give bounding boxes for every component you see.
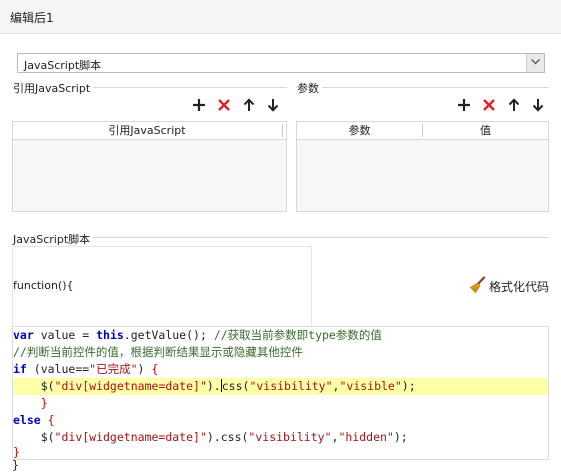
function-header: function(){ — [13, 279, 74, 292]
add-icon — [458, 99, 470, 111]
code-line-7: $("div[widgetname=date]").css("visibilit… — [13, 430, 408, 444]
code-editor[interactable]: var value = this.getValue(); //获取当前参数即ty… — [12, 326, 549, 460]
column-separator — [282, 124, 283, 137]
add-icon — [193, 99, 205, 111]
ref-js-table-header: 引用JavaScript — [13, 122, 286, 140]
ref-js-add-button[interactable] — [192, 98, 206, 112]
dialog-header: 编辑后1 — [0, 0, 561, 34]
dialog-title: 编辑后1 — [10, 11, 54, 25]
select-arrow[interactable] — [526, 54, 544, 72]
params-table[interactable]: 参数 值 — [296, 121, 549, 212]
param-name-column-header[interactable]: 参数 — [297, 122, 422, 139]
params-label: 参数 — [297, 80, 322, 96]
move-down-icon — [267, 99, 279, 112]
ref-js-table[interactable]: 引用JavaScript — [12, 121, 287, 212]
format-code-button[interactable] — [469, 276, 487, 294]
code-line-6: else { — [13, 413, 55, 427]
script-label: JavaScript脚本 — [13, 231, 94, 247]
script-type-value: JavaScript脚本 — [24, 59, 102, 72]
ref-js-move-down-button[interactable] — [266, 98, 280, 112]
params-move-up-button[interactable] — [507, 98, 521, 112]
code-line-2: //判断当前控件的值，根据判断结果显示或隐藏其他控件 — [13, 345, 303, 359]
ref-js-delete-button[interactable] — [217, 98, 231, 112]
delete-icon — [483, 99, 495, 111]
move-up-icon — [508, 98, 520, 111]
params-divider — [296, 87, 549, 88]
params-add-button[interactable] — [457, 98, 471, 112]
code-line-1: var value = this.getValue(); //获取当前参数即ty… — [13, 328, 382, 342]
script-type-select[interactable]: JavaScript脚本 — [17, 53, 545, 73]
code-line-5: } — [13, 396, 48, 410]
ref-js-move-up-button[interactable] — [242, 98, 256, 112]
params-table-header: 参数 值 — [297, 122, 548, 140]
params-move-down-button[interactable] — [531, 98, 545, 112]
delete-icon — [218, 99, 230, 111]
ref-js-column-header[interactable]: 引用JavaScript — [13, 122, 281, 139]
move-down-icon — [532, 99, 544, 112]
ref-js-label: 引用JavaScript — [13, 80, 94, 96]
format-code-label[interactable]: 格式化代码 — [489, 278, 549, 295]
param-value-column-header[interactable]: 值 — [423, 122, 548, 139]
code-line-3: if (value=="已完成") { — [13, 362, 159, 376]
code-line-4-active: $("div[widgetname=date]").css("visibilit… — [13, 378, 548, 395]
move-up-icon — [243, 98, 255, 111]
params-delete-button[interactable] — [482, 98, 496, 112]
broom-icon — [469, 276, 486, 294]
chevron-down-icon — [531, 59, 540, 65]
